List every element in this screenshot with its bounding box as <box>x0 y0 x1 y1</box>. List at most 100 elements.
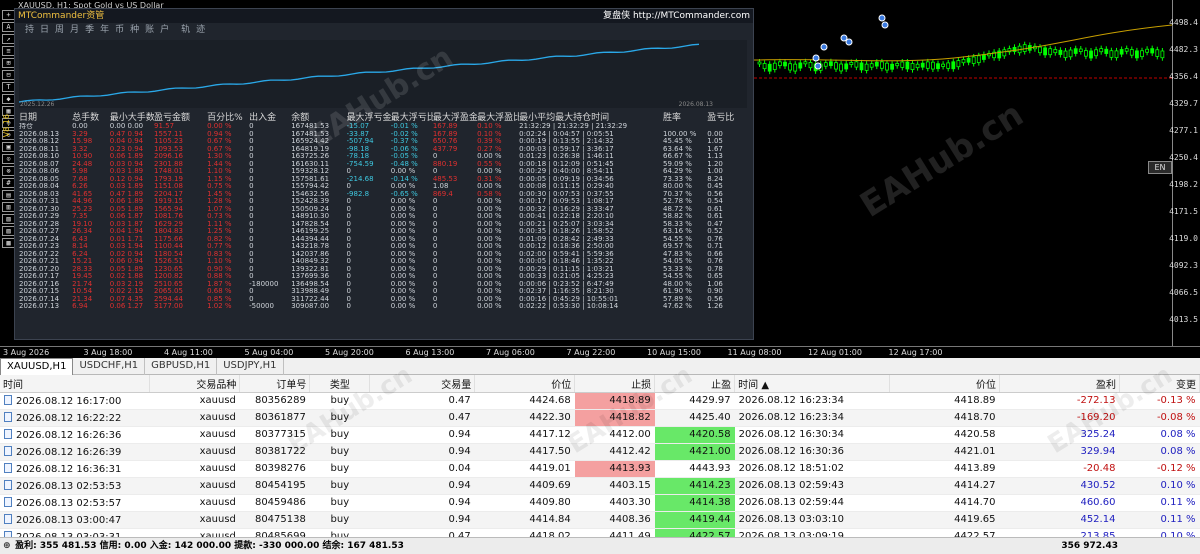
symbol-tab[interactable]: XAUUSD,H1 <box>0 358 74 375</box>
candle-body <box>1089 50 1093 59</box>
stats-cell: 0.00 % <box>477 213 502 221</box>
symbol-tab[interactable]: GBPUSD,H1 <box>145 358 218 375</box>
trade-row[interactable]: 2026.08.13 02:53:57 xauusd 80459486 buy 0.94… <box>0 494 1200 512</box>
stats-cell <box>650 243 663 251</box>
column-header: 盈亏比 <box>707 113 735 123</box>
trade-cell: 0.11 % <box>1119 511 1200 529</box>
account-summary-bar: ⊕ 盈利: 355 481.53 信用: 0.00 入金: 142 000.00… <box>0 537 1200 554</box>
column-header[interactable]: 订单号 <box>239 375 311 393</box>
stats-cell: 1.13 <box>707 153 723 161</box>
curve-end-date: 2026.08.13 <box>678 101 713 108</box>
language-badge[interactable]: EN <box>1148 161 1172 174</box>
stats-cell: 167.89 <box>432 123 458 130</box>
column-header[interactable]: 盈利 <box>999 375 1120 393</box>
stats-cell: 0.10 % <box>477 123 502 130</box>
stats-cell <box>663 123 707 131</box>
trade-cell: 0.08 % <box>1119 443 1200 461</box>
stats-cell: 0.06 1.87 <box>109 213 144 221</box>
stats-cell <box>650 258 663 266</box>
stats-cell: 2026.07.29 <box>19 213 60 221</box>
stats-cell: 140849.32 <box>291 258 330 266</box>
trade-cell: xauusd <box>149 392 240 410</box>
trade-cell: xauusd <box>149 460 240 478</box>
stats-cell: 1919.15 <box>154 198 183 206</box>
mt-brand-link[interactable]: 复盘侠 http://MTCommander.com <box>603 9 750 23</box>
mt-tab[interactable]: 年 <box>100 23 109 38</box>
stats-cell: 150509.24 <box>291 205 330 213</box>
candle-body <box>767 63 772 72</box>
version-label: V8.16 <box>2 114 11 138</box>
stats-cell <box>650 236 663 244</box>
candle-body <box>874 61 879 67</box>
stats-cell: 2026.08.04 <box>19 183 60 191</box>
symbol-tab[interactable]: USDCHF,H1 <box>73 358 146 375</box>
stats-cell: 0 <box>249 160 254 168</box>
stats-cell: 0.00 % <box>390 228 416 236</box>
stats-cell: 155794.42 <box>291 183 330 191</box>
stats-cell <box>650 131 663 139</box>
trade-cell: 2026.08.12 18:51:02 <box>734 460 890 478</box>
mt-tab[interactable]: 轨 <box>181 23 190 38</box>
stats-cell: 1.10 % <box>207 168 232 176</box>
column-header[interactable]: 价位 <box>889 375 1001 393</box>
time-tick: 7 Aug 22:00 <box>566 348 616 357</box>
trade-cell: 0.11 % <box>1119 494 1200 512</box>
column-header[interactable]: 交易品种 <box>149 375 241 393</box>
stats-cell: 1151.08 <box>154 183 183 191</box>
mtcommander-panel[interactable]: MTCommander资管 复盘侠 http://MTCommander.com… <box>14 8 754 340</box>
column-header[interactable]: 价位 <box>474 375 576 393</box>
stats-cell <box>650 296 663 304</box>
stats-cell: 0.03 2.19 <box>109 280 144 288</box>
stats-cell: -0.48 % <box>390 160 418 168</box>
mt-tab[interactable]: 周 <box>55 23 64 38</box>
trade-row[interactable]: 2026.08.12 16:36:31 xauusd 80398276 buy 0.04… <box>0 460 1200 478</box>
mt-tab[interactable]: 持 <box>25 23 34 38</box>
price-chart[interactable]: XAUUSD, H1: Spot Gold vs US Dollar + A ↗ ≡ ⊞… <box>0 0 1200 346</box>
candle-body <box>1155 49 1160 57</box>
candle-body <box>1094 49 1099 57</box>
mt-tab[interactable]: 账 <box>145 23 154 38</box>
stats-cell: 1093.53 <box>154 145 183 153</box>
stats-cell: 0.00 % <box>390 288 416 296</box>
stats-cell: 0:00:33 | 0:21:05 | 4:25:23 <box>519 273 614 281</box>
candle-body <box>961 58 966 64</box>
trade-row[interactable]: 2026.08.12 16:17:00 xauusd 80356289 buy 0.47… <box>0 392 1200 410</box>
stats-cell: 0.02 0.94 <box>109 250 144 258</box>
column-header[interactable]: 时间 ▲ <box>734 375 891 393</box>
stats-cell: 0.06 1.89 <box>109 153 144 161</box>
trade-cell: 4419.44 <box>654 511 735 529</box>
mt-tab[interactable]: 种 <box>130 23 139 38</box>
trade-cell: 4418.89 <box>889 392 1000 410</box>
stats-cell: 66.67 % <box>663 153 692 161</box>
mt-tab[interactable]: 户 <box>160 23 169 38</box>
candle-body <box>803 61 808 65</box>
candle-body <box>829 61 833 66</box>
stats-cell: 0:00:18 | 0:12:09 | 0:51:45 <box>519 160 614 168</box>
trade-row[interactable]: 2026.08.13 02:53:53 xauusd 80454195 buy 0.94… <box>0 477 1200 495</box>
mt-tab[interactable]: 季 <box>85 23 94 38</box>
stats-cell: 147828.54 <box>291 220 330 228</box>
column-header[interactable]: 时间 <box>0 375 151 393</box>
mt-tab[interactable]: 迹 <box>196 23 205 38</box>
trade-history-panel: 时间 交易品种 订单号 类型 交易量 价位 止损 止盈 时间 ▲ 价位 盈利 变更 2026.08.1… <box>0 375 1200 554</box>
trade-cell: 4413.93 <box>574 460 655 478</box>
stats-cell: 2026.07.15 <box>19 288 60 296</box>
mt-tab[interactable]: 月 <box>70 23 79 38</box>
stats-cell: 309087.00 <box>291 303 330 311</box>
trade-row[interactable]: 2026.08.13 03:00:47 xauusd 80475138 buy 0.94… <box>0 511 1200 529</box>
stats-cell: 1180.54 <box>154 250 183 258</box>
stats-cell: 0:00:19 | 0:13:55 | 2:14:32 <box>519 138 614 146</box>
stats-cell: 0 <box>249 288 254 296</box>
trade-cell: 2026.08.13 02:53:57 <box>0 494 150 512</box>
symbol-tab[interactable]: USDJPY,H1 <box>217 358 284 375</box>
stats-cell: 1230.65 <box>154 265 183 273</box>
stats-cell: 1793.19 <box>154 175 183 183</box>
mt-tab[interactable]: 币 <box>115 23 124 38</box>
mt-tab[interactable]: 日 <box>40 23 49 38</box>
stats-cell: 0.58 % <box>477 190 502 198</box>
candle-body <box>971 56 976 64</box>
trade-cell: 80454195 <box>239 477 310 495</box>
trade-cell: 2026.08.12 16:17:00 <box>0 392 150 410</box>
stats-cell: 91.57 <box>154 123 175 130</box>
time-tick: 5 Aug 04:00 <box>244 348 294 357</box>
